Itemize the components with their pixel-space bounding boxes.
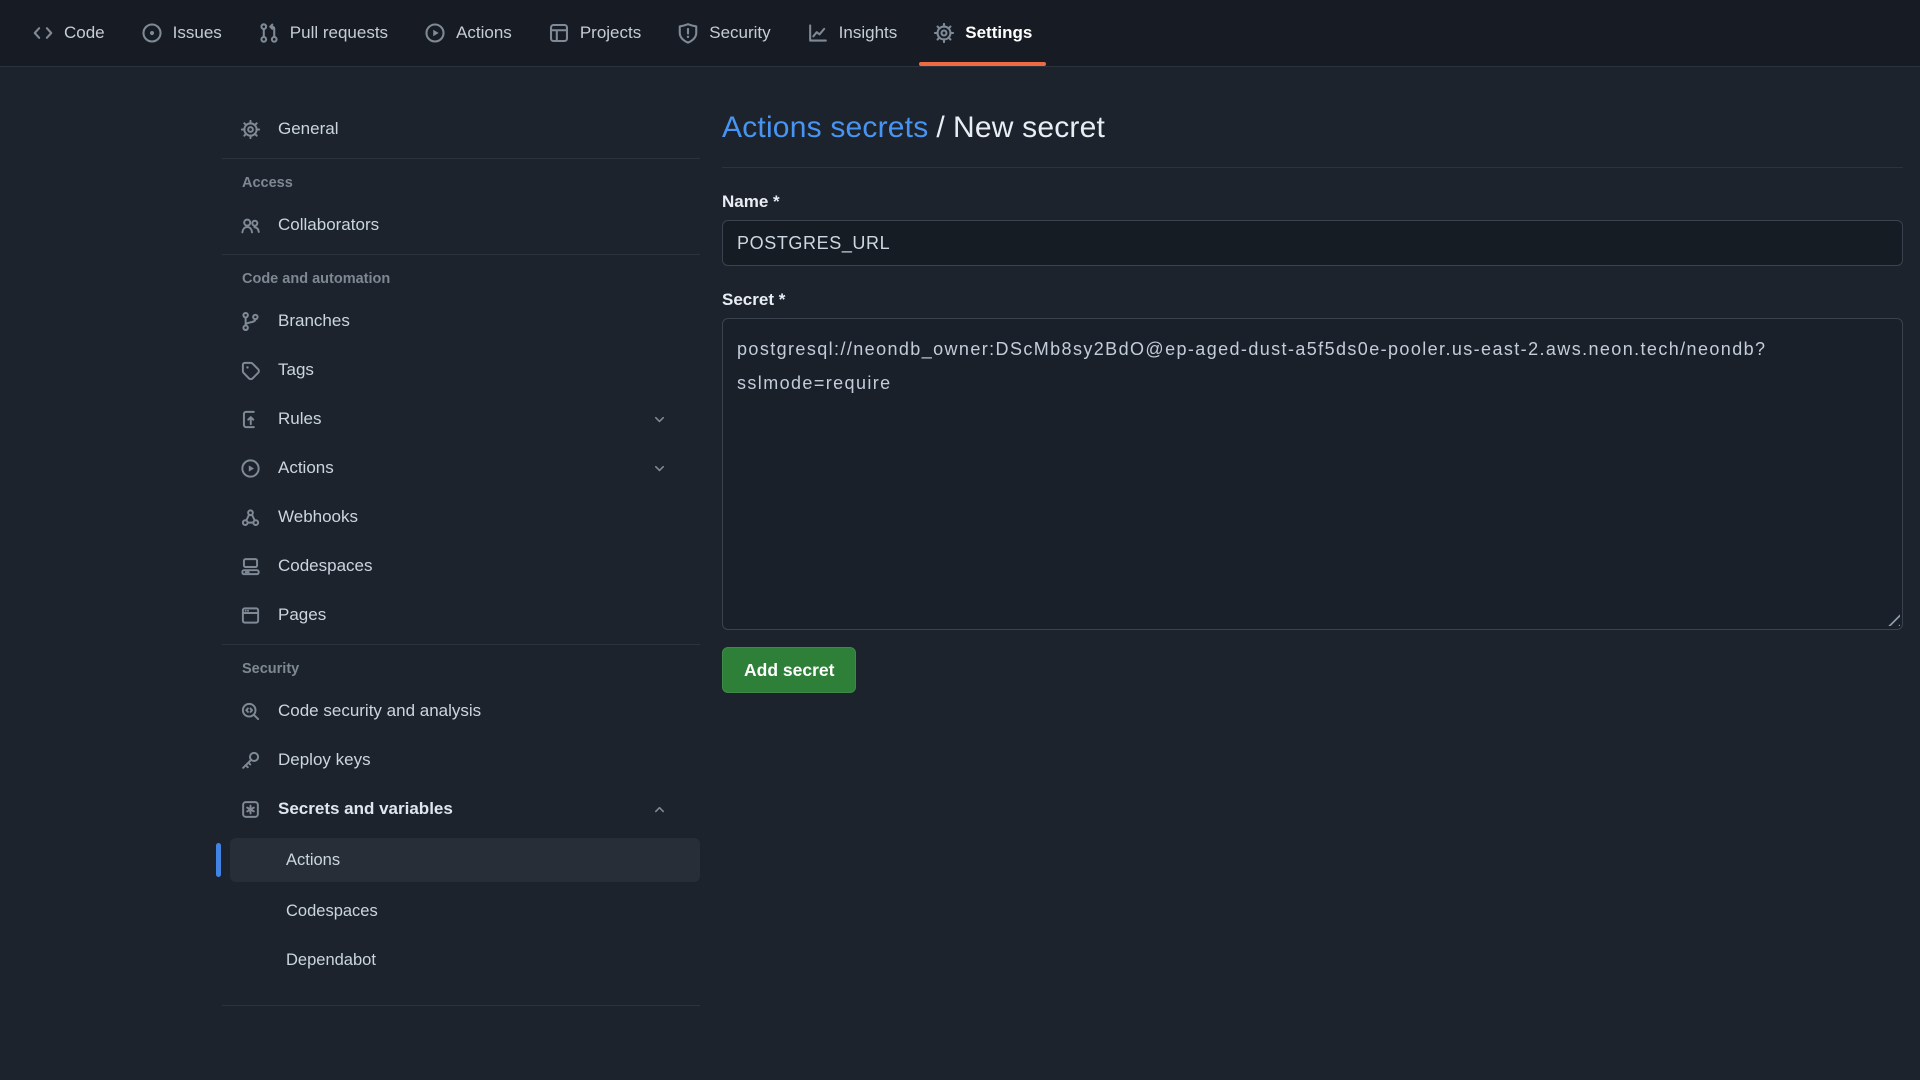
breadcrumb-separator: / (936, 111, 945, 144)
tab-label: Security (709, 23, 770, 43)
table-icon (548, 22, 570, 44)
sidebar-item-label: Secrets and variables (278, 799, 453, 819)
graph-icon (807, 22, 829, 44)
sidebar-item-label: Tags (278, 360, 314, 380)
left-gutter (0, 67, 222, 1080)
shield-icon (677, 22, 699, 44)
sidebar-item-label: Rules (278, 409, 321, 429)
breadcrumb-current: New secret (953, 111, 1105, 144)
sidebar-item-general[interactable]: General (222, 109, 700, 149)
tab-label: Actions (456, 23, 512, 43)
sidebar-item-label: General (278, 119, 338, 139)
codespaces-icon (240, 556, 261, 577)
sidebar-item-rules[interactable]: Rules (222, 399, 700, 439)
key-icon (240, 750, 261, 771)
breadcrumb-actions-secrets-link[interactable]: Actions secrets (722, 111, 928, 144)
sidebar-item-label: Webhooks (278, 507, 358, 527)
chevron-down-icon (651, 460, 668, 477)
people-icon (240, 215, 261, 236)
tab-settings[interactable]: Settings (931, 0, 1034, 66)
title-divider (722, 167, 1903, 168)
tab-label: Insights (839, 23, 898, 43)
tab-security[interactable]: Security (675, 0, 772, 66)
chevron-down-icon (651, 411, 668, 428)
sidebar-item-actions[interactable]: Actions (222, 448, 700, 488)
gear-icon (240, 119, 261, 140)
issue-icon (141, 22, 163, 44)
repo-tab-bar: Code Issues Pull requests Actions Projec… (0, 0, 1920, 67)
page-title: Actions secrets/New secret (722, 111, 1903, 145)
sidebar-item-branches[interactable]: Branches (222, 301, 700, 341)
git-branch-icon (240, 311, 261, 332)
sidebar-item-code-security[interactable]: Code security and analysis (222, 691, 700, 731)
sidebar-item-webhooks[interactable]: Webhooks (222, 497, 700, 537)
tag-icon (240, 360, 261, 381)
sidebar-item-collaborators[interactable]: Collaborators (222, 205, 700, 245)
sidebar-divider (222, 158, 700, 159)
pull-request-icon (258, 22, 280, 44)
tab-label: Code (64, 23, 105, 43)
active-tab-underline (919, 62, 1046, 66)
sidebar-item-label: Code security and analysis (278, 701, 481, 721)
play-circle-icon (424, 22, 446, 44)
sidebar-item-label: Branches (278, 311, 350, 331)
settings-sidebar: General Access Collaborators Code and au… (222, 67, 700, 1080)
sidebar-item-label: Actions (286, 851, 340, 870)
sidebar-section-access: Access (222, 175, 700, 191)
sidebar-subitem-actions[interactable]: Actions (230, 838, 700, 882)
name-field-label: Name * (722, 192, 1903, 212)
sidebar-item-label: Codespaces (278, 556, 373, 576)
tab-label: Projects (580, 23, 641, 43)
sidebar-subitem-dependabot[interactable]: Dependabot (230, 940, 700, 980)
tab-insights[interactable]: Insights (805, 0, 900, 66)
sidebar-subitem-codespaces[interactable]: Codespaces (230, 891, 700, 931)
sidebar-item-label: Collaborators (278, 215, 379, 235)
code-scan-icon (240, 701, 261, 722)
sidebar-item-label: Actions (278, 458, 334, 478)
sidebar-item-deploy-keys[interactable]: Deploy keys (222, 740, 700, 780)
tab-label: Issues (173, 23, 222, 43)
sidebar-section-code-automation: Code and automation (222, 271, 700, 287)
sidebar-item-pages[interactable]: Pages (222, 595, 700, 635)
selected-indicator-bar (216, 843, 221, 877)
rules-icon (240, 409, 261, 430)
tab-label: Settings (965, 23, 1032, 43)
sidebar-item-tags[interactable]: Tags (222, 350, 700, 390)
gear-icon (933, 22, 955, 44)
add-secret-button[interactable]: Add secret (722, 647, 856, 693)
new-secret-panel: Actions secrets/New secret Name * Secret… (700, 67, 1903, 1080)
sidebar-divider (222, 254, 700, 255)
code-icon (32, 22, 54, 44)
sidebar-item-label: Dependabot (286, 951, 376, 970)
sidebar-divider (222, 644, 700, 645)
tab-projects[interactable]: Projects (546, 0, 643, 66)
secrets-asterisk-icon (240, 799, 261, 820)
sidebar-item-secrets-variables[interactable]: Secrets and variables (222, 789, 700, 829)
tab-code[interactable]: Code (30, 0, 107, 66)
browser-icon (240, 605, 261, 626)
tab-issues[interactable]: Issues (139, 0, 224, 66)
secret-field-label: Secret * (722, 290, 1903, 310)
sidebar-divider (222, 1005, 700, 1006)
tab-actions[interactable]: Actions (422, 0, 514, 66)
chevron-up-icon (651, 801, 668, 818)
sidebar-item-label: Pages (278, 605, 326, 625)
sidebar-item-codespaces[interactable]: Codespaces (222, 546, 700, 586)
secret-name-input[interactable] (722, 220, 1903, 266)
secret-value-textarea[interactable]: postgresql://neondb_owner:DScMb8sy2BdO@e… (722, 318, 1903, 630)
tab-label: Pull requests (290, 23, 388, 43)
sidebar-section-security: Security (222, 661, 700, 677)
sidebar-item-label: Codespaces (286, 902, 378, 921)
sidebar-item-label: Deploy keys (278, 750, 371, 770)
tab-pull-requests[interactable]: Pull requests (256, 0, 390, 66)
webhook-icon (240, 507, 261, 528)
play-circle-icon (240, 458, 261, 479)
